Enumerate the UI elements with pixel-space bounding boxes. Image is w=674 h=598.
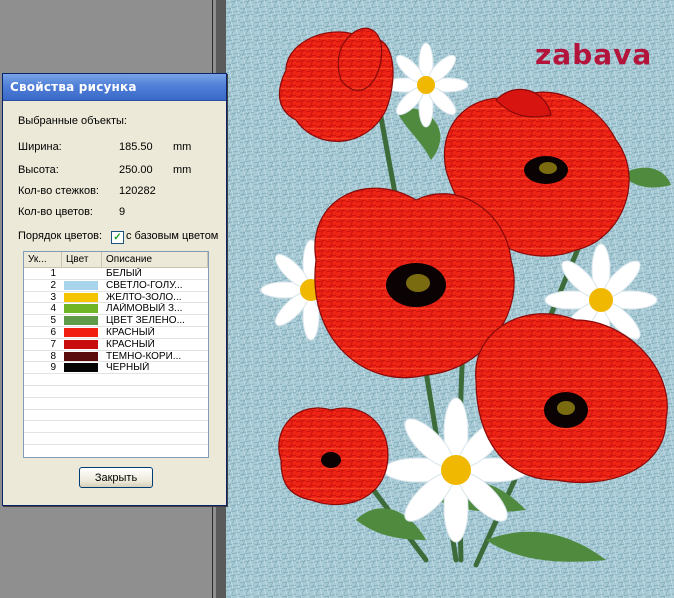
picture-properties-dialog: Свойства рисунка Выбранные объекты: Шири… — [2, 73, 227, 506]
row-index: 1 — [50, 268, 56, 279]
empty-table-row — [24, 386, 208, 398]
table-row[interactable]: 4 ЛАЙМОВЫЙ З... — [24, 303, 208, 316]
row-index: 9 — [50, 362, 56, 374]
width-unit: mm — [173, 141, 192, 153]
colors-count-label: Кол-во цветов: — [18, 206, 93, 218]
table-row[interactable]: 3 ЖЕЛТО-ЗОЛО... — [24, 292, 208, 304]
row-description: ЧЕРНЫЙ — [106, 362, 150, 374]
header-color[interactable]: Цвет — [62, 252, 102, 267]
table-row[interactable]: 1 БЕЛЫЙ — [24, 268, 208, 280]
color-swatch — [64, 316, 98, 326]
row-color-cell — [62, 327, 102, 338]
color-swatch — [64, 363, 98, 373]
height-label: Высота: — [18, 164, 59, 176]
dialog-titlebar[interactable]: Свойства рисунка — [3, 74, 226, 101]
color-swatch — [64, 327, 98, 337]
empty-table-row — [24, 421, 208, 434]
table-row[interactable]: 8 ТЕМНО-КОРИ... — [24, 351, 208, 363]
empty-table-row — [24, 398, 208, 410]
close-button[interactable]: Закрыть — [79, 467, 153, 488]
design-canvas[interactable] — [226, 0, 674, 598]
header-description[interactable]: Описание — [102, 252, 208, 267]
embroidery-design-image — [226, 0, 674, 598]
row-color-cell — [62, 268, 102, 279]
color-list-table[interactable]: Ук... Цвет Описание 1 БЕЛЫЙ 2 СВЕТЛО-ГОЛУ..… — [23, 251, 209, 458]
color-table-header: Ук... Цвет Описание — [24, 252, 208, 268]
width-label: Ширина: — [18, 141, 62, 153]
watermark-text: zabava — [535, 38, 653, 71]
table-row[interactable]: 7 КРАСНЫЙ — [24, 339, 208, 351]
base-color-checkbox[interactable]: ✓ — [111, 231, 124, 244]
row-color-cell — [62, 303, 102, 314]
row-index: 2 — [50, 279, 56, 291]
row-description: СВЕТЛО-ГОЛУ... — [106, 279, 183, 291]
table-row[interactable]: 2 СВЕТЛО-ГОЛУ... — [24, 280, 208, 292]
table-row[interactable]: 6 КРАСНЫЙ — [24, 327, 208, 339]
row-color-cell — [62, 280, 102, 291]
row-description: ЦВЕТ ЗЕЛЕНО... — [106, 315, 185, 326]
color-swatch — [64, 304, 98, 314]
empty-table-row — [24, 433, 208, 445]
row-index: 7 — [50, 338, 56, 350]
base-color-checkbox-label[interactable]: с базовым цветом — [126, 230, 218, 242]
row-index: 8 — [50, 350, 56, 362]
row-index: 4 — [50, 303, 56, 315]
table-row[interactable]: 5 ЦВЕТ ЗЕЛЕНО... — [24, 315, 208, 327]
row-description: КРАСНЫЙ — [106, 326, 155, 338]
empty-table-row — [24, 410, 208, 422]
row-index: 6 — [50, 326, 56, 338]
row-color-cell — [62, 339, 102, 350]
row-color-cell — [62, 315, 102, 326]
checkmark-icon: ✓ — [113, 232, 122, 243]
row-description: БЕЛЫЙ — [106, 268, 142, 279]
height-value: 250.00 — [119, 164, 153, 176]
height-unit: mm — [173, 164, 192, 176]
row-description: ЛАЙМОВЫЙ З... — [106, 303, 183, 315]
color-swatch — [64, 280, 98, 290]
row-description: ЖЕЛТО-ЗОЛО... — [106, 291, 182, 303]
row-color-cell — [62, 351, 102, 362]
color-table-body: 1 БЕЛЫЙ 2 СВЕТЛО-ГОЛУ... 3 ЖЕЛТО-ЗОЛО... 4 ЛАЙМ… — [24, 268, 208, 445]
color-order-label: Порядок цветов: — [18, 230, 103, 242]
row-color-cell — [62, 292, 102, 303]
color-swatch — [64, 339, 98, 349]
color-swatch — [64, 269, 98, 278]
stitches-count-label: Кол-во стежков: — [18, 185, 99, 197]
colors-count-value: 9 — [119, 206, 126, 218]
color-swatch — [64, 292, 98, 302]
header-index[interactable]: Ук... — [24, 252, 62, 267]
color-swatch — [64, 351, 98, 361]
dialog-title: Свойства рисунка — [10, 80, 137, 94]
row-index: 3 — [50, 291, 56, 303]
selected-objects-label: Выбранные объекты: — [18, 115, 127, 127]
table-row[interactable]: 9 ЧЕРНЫЙ — [24, 362, 208, 375]
row-description: ТЕМНО-КОРИ... — [106, 350, 182, 362]
row-color-cell — [62, 362, 102, 373]
row-index: 5 — [50, 315, 56, 326]
empty-table-row — [24, 374, 208, 386]
width-value: 185.50 — [119, 141, 153, 153]
stitches-count-value: 120282 — [119, 185, 156, 197]
row-description: КРАСНЫЙ — [106, 338, 155, 350]
